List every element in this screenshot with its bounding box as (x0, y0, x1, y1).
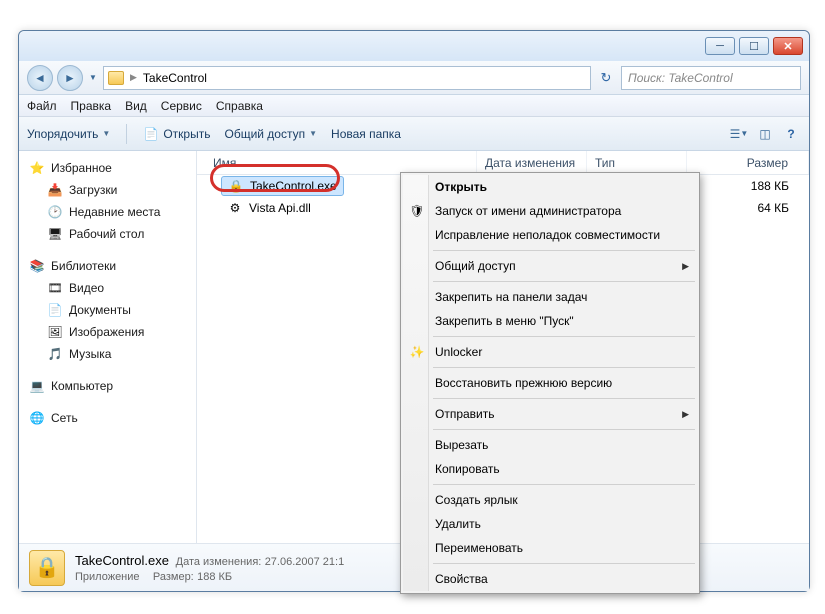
sidebar: ⭐Избранное 📥Загрузки 🕑Недавние места 🖥Ра… (19, 151, 197, 543)
network-icon: 🌐 (29, 410, 45, 426)
forward-button[interactable]: ► (57, 65, 83, 91)
ctx-delete[interactable]: Удалить (403, 512, 697, 536)
open-button[interactable]: 📄Открыть (143, 126, 210, 142)
breadcrumb-sep-icon: ▶ (130, 72, 137, 83)
sidebar-network[interactable]: 🌐Сеть (19, 407, 196, 429)
sidebar-favorites-header[interactable]: ⭐Избранное (19, 157, 196, 179)
toolbar: Упорядочить▼ 📄Открыть Общий доступ▼ Нова… (19, 117, 809, 151)
search-placeholder: Поиск: TakeControl (628, 71, 733, 85)
close-button[interactable]: ✕ (773, 37, 803, 55)
file-size: 64 КБ (687, 197, 809, 219)
ctx-open[interactable]: Открыть (403, 175, 697, 199)
ctx-share[interactable]: Общий доступ▶ (403, 254, 697, 278)
file-name: TakeControl.exe (250, 179, 337, 193)
sidebar-item-downloads[interactable]: 📥Загрузки (19, 179, 196, 201)
address-bar[interactable]: ▶ TakeControl (103, 66, 591, 90)
history-dropdown[interactable]: ▼ (87, 72, 99, 84)
sidebar-item-documents[interactable]: 📄Документы (19, 299, 196, 321)
status-filename: TakeControl.exe (75, 553, 169, 568)
col-type[interactable]: Тип (587, 151, 687, 174)
ctx-pin-taskbar[interactable]: Закрепить на панели задач (403, 285, 697, 309)
menu-edit[interactable]: Правка (71, 99, 112, 113)
newfolder-button[interactable]: Новая папка (331, 127, 401, 141)
ctx-copy[interactable]: Копировать (403, 457, 697, 481)
refresh-button[interactable]: ↻ (595, 67, 617, 89)
minimize-button[interactable]: ─ (705, 37, 735, 55)
libraries-icon: 📚 (29, 258, 45, 274)
status-type: Приложение (75, 571, 140, 583)
ctx-restore[interactable]: Восстановить прежнюю версию (403, 371, 697, 395)
nav-row: ◄ ► ▼ ▶ TakeControl ↻ Поиск: TakeControl (19, 61, 809, 95)
col-date[interactable]: Дата изменения (477, 151, 587, 174)
preview-pane-button[interactable]: ◫ (755, 125, 775, 143)
chevron-right-icon: ▶ (682, 261, 689, 272)
titlebar: ─ ☐ ✕ (19, 31, 809, 61)
exe-icon: 🔒 (228, 178, 244, 194)
help-button[interactable]: ? (781, 125, 801, 143)
menu-file[interactable]: Файл (27, 99, 57, 113)
breadcrumb-folder[interactable]: TakeControl (143, 71, 207, 85)
ctx-rename[interactable]: Переименовать (403, 536, 697, 560)
sidebar-libraries-header[interactable]: 📚Библиотеки (19, 255, 196, 277)
file-name: Vista Api.dll (249, 201, 311, 215)
sidebar-item-pictures[interactable]: 🖼Изображения (19, 321, 196, 343)
back-button[interactable]: ◄ (27, 65, 53, 91)
ctx-cut[interactable]: Вырезать (403, 433, 697, 457)
open-icon: 📄 (143, 126, 159, 142)
computer-icon: 💻 (29, 378, 45, 394)
col-name[interactable]: Имя (197, 151, 477, 174)
ctx-run-as-admin[interactable]: 🛡Запуск от имени администратора (403, 199, 697, 223)
wand-icon: ✨ (409, 344, 425, 360)
share-button[interactable]: Общий доступ▼ (224, 127, 317, 141)
menu-help[interactable]: Справка (216, 99, 263, 113)
status-file-icon: 🔒 (29, 550, 65, 586)
ctx-properties[interactable]: Свойства (403, 567, 697, 591)
music-icon: 🎵 (47, 346, 63, 362)
menu-tools[interactable]: Сервис (161, 99, 202, 113)
downloads-icon: 📥 (47, 182, 63, 198)
chevron-right-icon: ▶ (682, 409, 689, 420)
view-options-button[interactable]: ☰ ▼ (729, 125, 749, 143)
ctx-unlocker[interactable]: ✨Unlocker (403, 340, 697, 364)
organize-button[interactable]: Упорядочить▼ (27, 127, 110, 141)
sidebar-item-videos[interactable]: 🎞Видео (19, 277, 196, 299)
maximize-button[interactable]: ☐ (739, 37, 769, 55)
desktop-icon: 🖥 (47, 226, 63, 242)
shield-icon: 🛡 (409, 203, 425, 219)
dll-icon: ⚙ (227, 200, 243, 216)
recent-icon: 🕑 (47, 204, 63, 220)
ctx-pin-start[interactable]: Закрепить в меню "Пуск" (403, 309, 697, 333)
context-menu: Открыть 🛡Запуск от имени администратора … (400, 172, 700, 594)
video-icon: 🎞 (47, 280, 63, 296)
search-box[interactable]: Поиск: TakeControl (621, 66, 801, 90)
star-icon: ⭐ (29, 160, 45, 176)
sidebar-item-recent[interactable]: 🕑Недавние места (19, 201, 196, 223)
col-size[interactable]: Размер (687, 151, 809, 174)
sidebar-item-music[interactable]: 🎵Музыка (19, 343, 196, 365)
picture-icon: 🖼 (47, 324, 63, 340)
sidebar-item-desktop[interactable]: 🖥Рабочий стол (19, 223, 196, 245)
file-size: 188 КБ (687, 175, 809, 197)
menu-bar: Файл Правка Вид Сервис Справка (19, 95, 809, 117)
menu-view[interactable]: Вид (125, 99, 147, 113)
ctx-create-shortcut[interactable]: Создать ярлык (403, 488, 697, 512)
document-icon: 📄 (47, 302, 63, 318)
ctx-sendto[interactable]: Отправить▶ (403, 402, 697, 426)
separator (126, 124, 127, 144)
sidebar-computer[interactable]: 💻Компьютер (19, 375, 196, 397)
ctx-troubleshoot[interactable]: Исправление неполадок совместимости (403, 223, 697, 247)
folder-icon (108, 71, 124, 85)
